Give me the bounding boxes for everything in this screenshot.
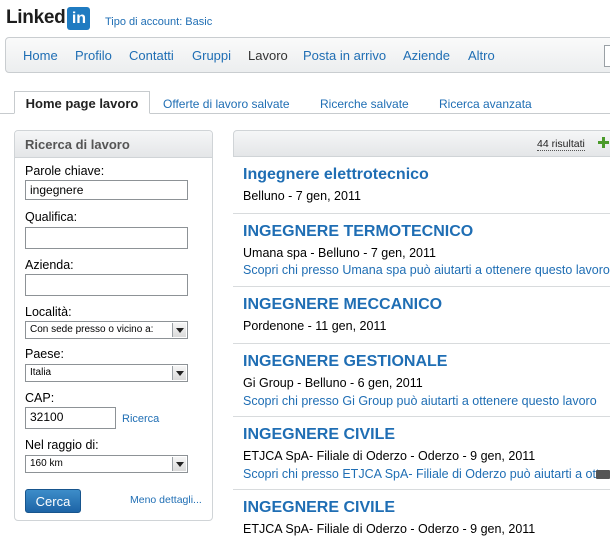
logo-in-badge: in	[67, 6, 91, 30]
localita-select[interactable]: Con sede presso o vicino a:	[25, 321, 188, 339]
account-type-link[interactable]: Tipo di account: Basic	[105, 16, 212, 28]
ricerca-cap-link[interactable]: Ricerca	[122, 413, 159, 425]
job-meta: Pordenone - 11 gen, 2011	[243, 319, 387, 333]
nav-posta-in-arrivo[interactable]: Posta in arrivo	[303, 48, 386, 63]
nav-aziende[interactable]: Aziende	[403, 48, 450, 63]
azienda-label: Azienda:	[25, 258, 74, 272]
nav-gruppi[interactable]: Gruppi	[192, 48, 231, 63]
nav-home[interactable]: Home	[23, 48, 58, 63]
results-count[interactable]: 44 risultati	[537, 138, 585, 151]
tab-ricerca-avanzata[interactable]: Ricerca avanzata	[439, 97, 532, 111]
keywords-input[interactable]: ingegnere	[25, 180, 188, 200]
job-meta: Umana spa - Belluno - 7 gen, 2011	[243, 246, 436, 260]
localita-label: Località:	[25, 305, 72, 319]
cap-input[interactable]: 32100	[25, 407, 116, 429]
job-connections-link[interactable]: Scopri chi presso ETJCA SpA- Filiale di …	[243, 467, 610, 481]
paese-select[interactable]: Italia	[25, 364, 188, 382]
azienda-input[interactable]	[25, 274, 188, 296]
qualifica-input[interactable]	[25, 227, 188, 249]
keywords-label: Parole chiave:	[25, 164, 105, 178]
job-title-link[interactable]: INGEGNERE CIVILE	[243, 426, 395, 444]
raggio-label: Nel raggio di:	[25, 438, 99, 452]
job-meta: Belluno - 7 gen, 2011	[243, 189, 361, 203]
result-divider	[233, 489, 610, 490]
job-title-link[interactable]: Ingegnere elettrotecnico	[243, 166, 429, 184]
job-connections-link[interactable]: Scopri chi presso Gi Group può aiutarti …	[243, 394, 597, 408]
job-title-link[interactable]: INGEGNERE MECCANICO	[243, 296, 442, 314]
result-divider	[233, 213, 610, 214]
tab-home-page-lavoro[interactable]: Home page lavoro	[14, 91, 150, 114]
job-title-link[interactable]: INGEGNERE CIVILE	[243, 499, 395, 517]
raggio-select[interactable]: 160 km	[25, 455, 188, 473]
job-search-title: Ricerca di lavoro	[25, 137, 130, 152]
job-search-panel-header: Ricerca di lavoro	[15, 131, 212, 158]
nav-profilo[interactable]: Profilo	[75, 48, 112, 63]
results-header: 44 risultati	[233, 130, 610, 157]
linkedin-logo[interactable]: Linked in	[6, 6, 91, 30]
nav-lavoro[interactable]: Lavoro	[248, 48, 288, 63]
job-meta: Gi Group - Belluno - 6 gen, 2011	[243, 376, 423, 390]
job-title-link[interactable]: INGEGNERE GESTIONALE	[243, 353, 447, 371]
new-badge-icon	[596, 470, 610, 479]
nav-contatti[interactable]: Contatti	[129, 48, 174, 63]
global-search-input[interactable]	[604, 45, 610, 67]
paese-selected-value: Italia	[30, 367, 52, 378]
meno-dettagli-link[interactable]: Meno dettagli...	[130, 494, 202, 506]
cap-label: CAP:	[25, 391, 55, 405]
job-title-link[interactable]: INGEGNERE TERMOTECNICO	[243, 223, 473, 241]
chevron-down-icon	[172, 323, 186, 337]
tab-ricerche-salvate[interactable]: Ricerche salvate	[320, 97, 409, 111]
cerca-button[interactable]: Cerca	[25, 489, 81, 513]
result-divider	[233, 286, 610, 287]
logo-text: Linked	[6, 7, 66, 28]
result-divider	[233, 343, 610, 344]
qualifica-label: Qualifica:	[25, 210, 78, 224]
nav-altro[interactable]: Altro	[468, 48, 495, 63]
plus-icon[interactable]	[598, 137, 609, 148]
job-meta: ETJCA SpA- Filiale di Oderzo - Oderzo - …	[243, 449, 536, 463]
paese-label: Paese:	[25, 347, 64, 361]
top-navigation: Home Profilo Contatti Gruppi Lavoro Post…	[5, 37, 610, 73]
result-divider	[233, 416, 610, 417]
chevron-down-icon	[172, 366, 186, 380]
localita-selected-value: Con sede presso o vicino a:	[30, 324, 154, 335]
chevron-down-icon	[172, 457, 186, 471]
tab-offerte-salvate[interactable]: Offerte di lavoro salvate	[163, 97, 290, 111]
job-connections-link[interactable]: Scopri chi presso Umana spa può aiutarti…	[243, 263, 610, 277]
raggio-selected-value: 160 km	[30, 458, 63, 469]
